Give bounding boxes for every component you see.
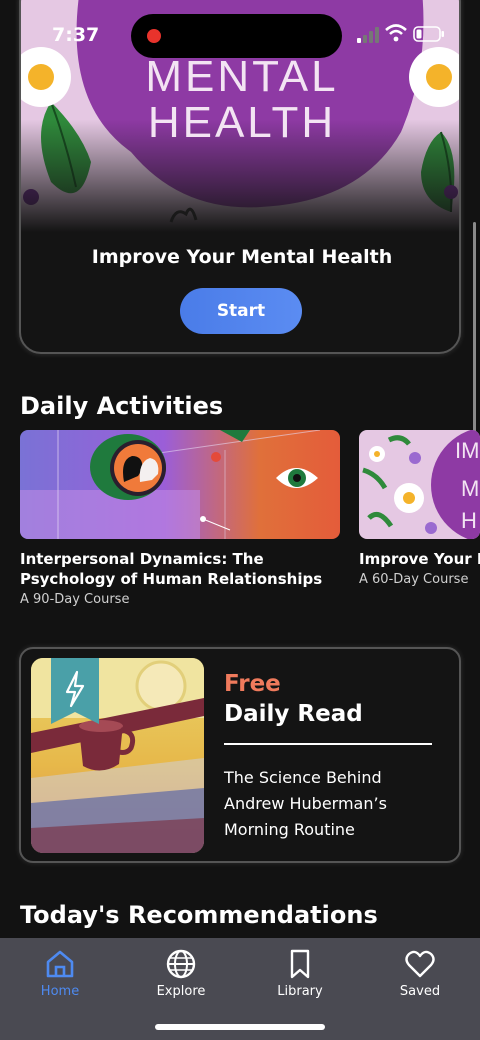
globe-icon: [166, 949, 196, 979]
daily-read-illustration: [31, 658, 204, 853]
course-duration: A 90-Day Course: [20, 592, 130, 607]
svg-text:M: M: [461, 476, 479, 501]
hero-title: Improve Your Mental Health: [91, 246, 393, 268]
course-title: Improve Your M: [359, 550, 480, 568]
article-title: The Science Behind Andrew Huberman’s Mor…: [224, 768, 387, 839]
bookmark-icon: [290, 949, 310, 979]
home-indicator[interactable]: [155, 1024, 325, 1030]
status-bar: 7:37: [0, 0, 480, 70]
tab-library[interactable]: Library: [250, 948, 350, 999]
wifi-icon: [385, 24, 407, 42]
tab-label: Home: [40, 984, 80, 999]
status-time: 7:37: [52, 24, 100, 46]
scroll-indicator[interactable]: [473, 222, 476, 432]
signal-icon: [357, 27, 379, 43]
home-icon: [46, 950, 74, 978]
course-duration: A 60-Day Course: [359, 572, 469, 587]
course-image: IM M H: [359, 430, 480, 539]
tab-label: Saved: [399, 984, 441, 999]
hero-art-text-line2: HEALTH: [147, 98, 337, 147]
course-illustration: [20, 430, 340, 539]
tab-saved[interactable]: Saved: [370, 948, 470, 999]
daily-read-card[interactable]: Free Daily Read The Science Behind Andre…: [19, 647, 461, 863]
svg-text:IM: IM: [455, 438, 479, 463]
daily-activities-heading: Daily Activities: [20, 392, 224, 420]
course-image: [20, 430, 340, 539]
tab-home[interactable]: Home: [10, 948, 110, 999]
start-button[interactable]: Start: [180, 288, 302, 334]
free-tag: Free: [224, 671, 281, 697]
course-title: Interpersonal Dynamics: The Psychology o…: [20, 550, 323, 588]
recommendations-heading: Today's Recommendations: [20, 901, 378, 929]
tab-label: Explore: [156, 984, 206, 999]
svg-text:H: H: [461, 508, 477, 533]
daily-read-label: Daily Read: [224, 701, 363, 727]
divider: [224, 743, 432, 745]
tab-label: Library: [277, 984, 323, 999]
daily-read-image: [31, 658, 204, 853]
course-card[interactable]: Interpersonal Dynamics: The Psychology o…: [20, 430, 340, 607]
tab-explore[interactable]: Explore: [131, 948, 231, 999]
dynamic-island: [131, 14, 342, 58]
heart-icon: [405, 950, 435, 978]
battery-icon: [413, 26, 444, 42]
recording-indicator: [147, 29, 161, 43]
course-illustration: IM M H: [359, 430, 480, 539]
course-card[interactable]: IM M H Improve Your M A 60-Day Course: [359, 430, 480, 587]
